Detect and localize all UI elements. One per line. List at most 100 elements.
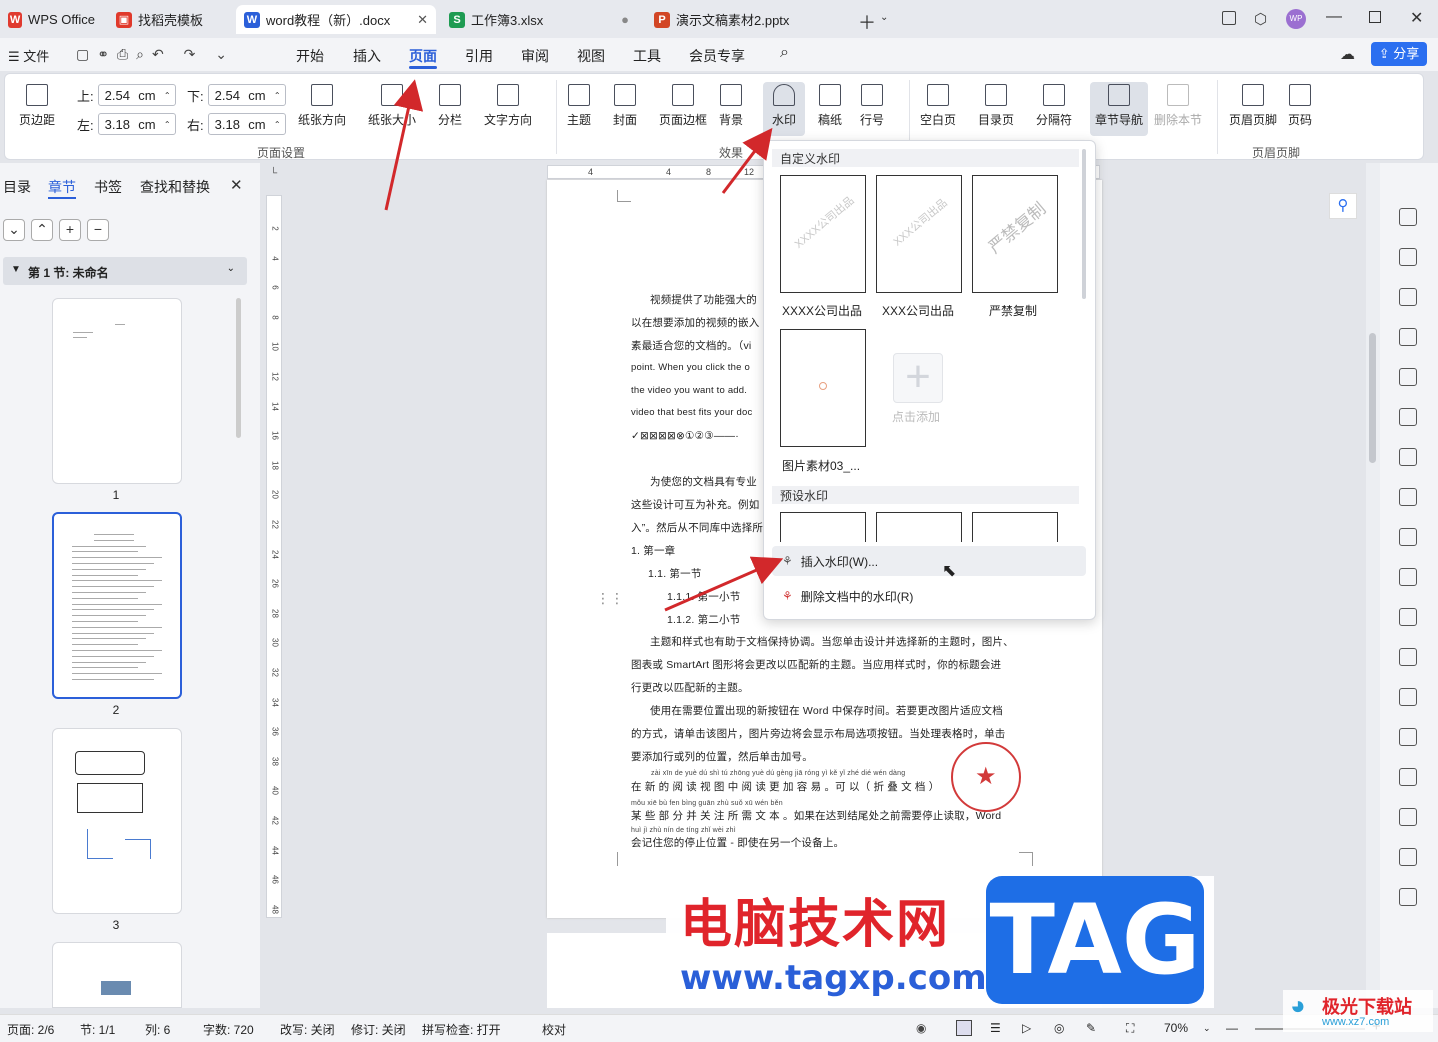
tab-sections[interactable]: 章节	[48, 177, 76, 197]
tab-word-doc[interactable]: W word教程（新）.docx ✕	[236, 5, 436, 34]
cloud-sync-icon[interactable]: ☁	[1340, 45, 1355, 63]
zoom-out-icon[interactable]: —	[1226, 1021, 1238, 1035]
outline-view-icon[interactable]: ☰	[990, 1021, 1001, 1035]
theme-button[interactable]: 主题	[567, 84, 591, 128]
add-watermark-button[interactable]: +	[893, 353, 943, 403]
status-spellcheck[interactable]: 拼写检查: 打开	[422, 1021, 501, 1038]
sidebar-tool-icon[interactable]	[1399, 488, 1417, 506]
margin-top-field[interactable]: 上: 2.54 cm ⌃	[77, 84, 176, 106]
play-icon[interactable]: ▷	[1022, 1021, 1031, 1035]
sidebar-tool-icon[interactable]	[1399, 528, 1417, 546]
columns-button[interactable]: 分栏	[438, 84, 462, 128]
share-button[interactable]: ⇪ 分享	[1371, 42, 1427, 66]
menu-references[interactable]: 引用	[465, 46, 493, 66]
scrollbar[interactable]	[1082, 149, 1086, 299]
margin-bottom-value[interactable]: 2.54	[215, 88, 240, 103]
tab-presentation[interactable]: P 演示文稿素材2.pptx	[646, 5, 838, 34]
header-footer-button[interactable]: 页眉页脚	[1229, 84, 1277, 128]
sidebar-tool-icon[interactable]	[1399, 808, 1417, 826]
layout-icon[interactable]	[1222, 11, 1236, 25]
quick-access-icons[interactable]: ▢⚭⎙⌕↶ ↷ ⌄	[76, 46, 235, 63]
line-numbers-button[interactable]: 行号	[860, 84, 884, 128]
tab-spreadsheet[interactable]: S 工作簿3.xlsx ●	[441, 5, 641, 34]
menu-view[interactable]: 视图	[577, 46, 605, 66]
sidebar-tool-icon[interactable]	[1399, 648, 1417, 666]
watermark-card-2[interactable]: XXX公司出品	[876, 175, 962, 293]
file-menu[interactable]: ☰ 文件	[8, 46, 49, 65]
tab-toc[interactable]: 目录	[3, 177, 31, 197]
scrollbar-thumb[interactable]	[1369, 333, 1376, 463]
sidebar-tool-icon[interactable]	[1399, 768, 1417, 786]
menu-insert[interactable]: 插入	[353, 46, 381, 66]
sidebar-tool-icon[interactable]	[1399, 728, 1417, 746]
spinner-icon[interactable]: ⌃	[164, 120, 171, 129]
margin-bottom-field[interactable]: 下: 2.54 cm ⌃	[187, 84, 286, 106]
new-tab-icon[interactable]: ＋	[858, 9, 876, 35]
background-button[interactable]: 背景	[719, 84, 743, 128]
section-header[interactable]: ▼ 第 1 节: 未命名 ⌄	[3, 257, 247, 285]
chevron-down-icon[interactable]: ⌄	[3, 219, 25, 241]
chevron-up-icon[interactable]: ⌃	[31, 219, 53, 241]
zoom-level[interactable]: 70%	[1164, 1021, 1188, 1035]
location-pin-icon[interactable]: ⚲	[1329, 193, 1357, 219]
tab-wps-home[interactable]: W WPS Office	[0, 5, 103, 34]
page-number-button[interactable]: 页码	[1288, 84, 1312, 128]
maximize-icon[interactable]	[1369, 11, 1381, 23]
pen-icon[interactable]: ✎	[1086, 1021, 1096, 1035]
sidebar-tool-icon[interactable]	[1399, 328, 1417, 346]
page-thumbnail-4[interactable]	[52, 942, 182, 1008]
search-icon[interactable]: ⌕	[780, 44, 789, 62]
remove-icon[interactable]: −	[87, 219, 109, 241]
drag-handle-icon[interactable]: ⋮⋮	[596, 590, 624, 607]
text-direction-button[interactable]: 文字方向	[484, 84, 532, 128]
margin-top-value[interactable]: 2.54	[105, 88, 130, 103]
sidebar-tool-icon[interactable]	[1399, 248, 1417, 266]
menu-member[interactable]: 会员专享	[689, 46, 745, 66]
sidebar-tool-icon[interactable]	[1399, 448, 1417, 466]
sidebar-tool-icon[interactable]	[1399, 368, 1417, 386]
delete-watermark-item[interactable]: ⚘ 删除文档中的水印(R)	[772, 581, 1086, 611]
tab-find-replace[interactable]: 查找和替换	[140, 177, 210, 197]
web-view-icon[interactable]: ◎	[1054, 1021, 1064, 1035]
spinner-icon[interactable]: ⌃	[274, 120, 281, 129]
preset-card-3[interactable]	[972, 512, 1058, 542]
watermark-button[interactable]: 水印	[763, 82, 805, 136]
margins-button[interactable]: 页边距	[19, 84, 55, 128]
preset-card-2[interactable]	[876, 512, 962, 542]
sidebar-tool-icon[interactable]	[1399, 888, 1417, 906]
insert-watermark-item[interactable]: ⚘ 插入水印(W)...	[772, 546, 1086, 576]
blank-page-button[interactable]: 空白页	[920, 84, 956, 128]
sidebar-tool-icon[interactable]	[1399, 848, 1417, 866]
separator-button[interactable]: 分隔符	[1036, 84, 1072, 128]
avatar[interactable]: WP	[1286, 9, 1306, 29]
toc-page-button[interactable]: 目录页	[978, 84, 1014, 128]
scrollbar[interactable]	[236, 298, 241, 438]
sidebar-tool-icon[interactable]	[1399, 688, 1417, 706]
minimize-icon[interactable]: —	[1326, 8, 1342, 26]
sidebar-tool-icon[interactable]	[1399, 408, 1417, 426]
menu-home[interactable]: 开始	[296, 46, 324, 66]
page-border-button[interactable]: 页面边框	[659, 84, 707, 128]
fit-page-icon[interactable]: ⛶	[1126, 1021, 1134, 1036]
watermark-card-4[interactable]	[780, 329, 866, 447]
margin-left-field[interactable]: 左: 3.18 cm ⌃	[77, 113, 176, 135]
close-icon[interactable]: ✕	[417, 12, 428, 28]
page-view-icon[interactable]	[956, 1020, 972, 1036]
orientation-button[interactable]: 纸张方向	[298, 84, 346, 128]
status-words[interactable]: 字数: 720	[203, 1021, 254, 1038]
sidebar-tool-icon[interactable]	[1399, 568, 1417, 586]
draft-paper-button[interactable]: 稿纸	[818, 84, 842, 128]
sidebar-tool-icon[interactable]	[1399, 208, 1417, 226]
sidebar-tool-icon[interactable]	[1399, 608, 1417, 626]
sidebar-tool-icon[interactable]	[1399, 288, 1417, 306]
close-icon[interactable]: ✕	[230, 176, 243, 194]
page-thumbnail-1[interactable]	[52, 298, 182, 484]
margin-right-value[interactable]: 3.18	[215, 117, 240, 132]
status-page[interactable]: 页面: 2/6	[7, 1021, 54, 1038]
status-track-changes[interactable]: 修订: 关闭	[351, 1021, 406, 1038]
status-overwrite[interactable]: 改写: 关闭	[280, 1021, 335, 1038]
menu-review[interactable]: 审阅	[521, 46, 549, 66]
window-close-icon[interactable]: ✕	[1410, 8, 1423, 28]
delete-section-button[interactable]: 删除本节	[1154, 84, 1202, 128]
menu-tools[interactable]: 工具	[633, 46, 661, 66]
